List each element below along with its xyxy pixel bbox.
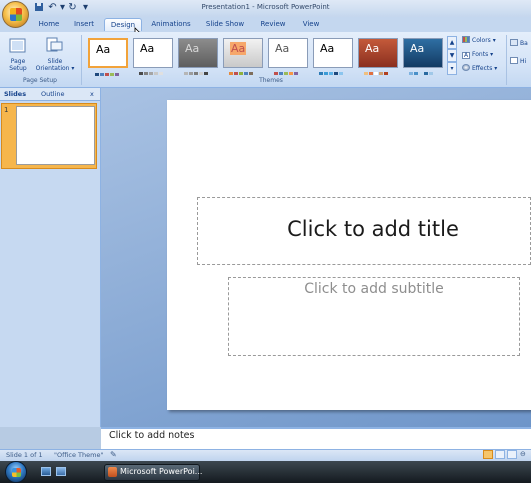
theme-office[interactable]: Aa	[88, 38, 128, 76]
slide-thumbnail[interactable]	[16, 106, 95, 165]
spell-check-icon[interactable]: ✎	[110, 450, 117, 459]
theme-sample-text: Aa	[230, 42, 247, 55]
tab-outline[interactable]: Outline	[41, 89, 65, 99]
fonts-button[interactable]: A Fonts ▾	[462, 50, 493, 60]
themes-group-label: Themes	[259, 77, 283, 84]
theme-7[interactable]: Aa	[358, 38, 398, 75]
taskbar-button-label: Microsoft PowerPoi...	[120, 467, 203, 476]
effects-label: Effects ▾	[472, 65, 498, 72]
theme-sample-text: Aa	[410, 42, 425, 55]
subtitle-placeholder-text: Click to add subtitle	[304, 281, 444, 297]
fonts-label: Fonts ▾	[472, 51, 494, 58]
tab-animations[interactable]: Animations	[147, 18, 195, 31]
gallery-scroll-down-icon[interactable]: ▼	[447, 49, 457, 62]
slide-orientation-button[interactable]: Slide Orientation ▾	[32, 58, 78, 72]
zoom-out-icon[interactable]: ⊖	[520, 450, 526, 458]
theme-3[interactable]: Aa	[178, 38, 218, 75]
colors-button[interactable]: Colors ▾	[462, 36, 496, 46]
office-logo-icon	[10, 8, 22, 21]
theme-sample-text: Aa	[320, 42, 335, 55]
theme-sample-text: Aa	[96, 43, 111, 56]
save-icon[interactable]	[33, 2, 44, 13]
taskbar	[0, 461, 531, 483]
checkbox-icon	[510, 57, 518, 64]
hide-background-checkbox[interactable]: Hi	[510, 57, 526, 67]
page-setup-label-2: Setup	[9, 65, 27, 72]
theme-5[interactable]: Aa	[268, 38, 308, 75]
customize-toolbar-icon[interactable]: ▾	[80, 2, 91, 13]
tab-view[interactable]: View	[295, 18, 327, 31]
slide-sorter-icon[interactable]	[495, 450, 505, 459]
slide-orientation-label-1: Slide	[47, 58, 63, 65]
gallery-more-icon[interactable]: ▾	[447, 62, 457, 75]
theme-sample-text: Aa	[365, 42, 380, 55]
powerpoint-app-icon	[108, 467, 117, 477]
colors-label: Colors ▾	[472, 37, 496, 44]
slide-orientation-label-2: Orientation ▾	[35, 65, 75, 72]
theme-sample-text: Aa	[275, 42, 290, 55]
tab-review[interactable]: Review	[254, 18, 292, 31]
theme-2[interactable]: Aa	[133, 38, 173, 75]
background-styles-button[interactable]: Ba	[510, 39, 528, 49]
office-button[interactable]	[2, 1, 29, 28]
theme-name-status: "Office Theme"	[54, 451, 104, 459]
show-desktop-icon[interactable]	[41, 467, 51, 476]
colors-icon	[462, 36, 470, 43]
page-setup-label-1: Page	[10, 58, 26, 65]
theme-6[interactable]: Aa	[313, 38, 353, 75]
effects-button[interactable]: Effects ▾	[462, 64, 497, 74]
group-separator	[506, 35, 507, 85]
close-pane-icon[interactable]: x	[90, 89, 94, 99]
page-setup-button[interactable]: Page Setup	[2, 58, 34, 72]
switch-windows-icon[interactable]	[56, 467, 66, 476]
normal-view-icon[interactable]	[483, 450, 493, 459]
slide-number: 1	[4, 106, 9, 114]
slide-count-status: Slide 1 of 1	[6, 451, 43, 459]
hide-background-label: Hi	[520, 58, 527, 65]
theme-4[interactable]: Aa	[223, 38, 263, 75]
group-separator	[81, 35, 82, 85]
tab-insert[interactable]: Insert	[67, 18, 101, 31]
tab-slides[interactable]: Slides	[4, 89, 26, 99]
background-styles-label: Ba	[520, 40, 528, 47]
theme-sample-text: Aa	[140, 42, 155, 55]
fonts-icon: A	[462, 52, 470, 59]
page-setup-icon	[8, 38, 28, 54]
theme-8[interactable]: Aa	[403, 38, 443, 75]
tab-slide-show[interactable]: Slide Show	[199, 18, 251, 31]
theme-sample-text: Aa	[185, 42, 200, 55]
effects-icon	[462, 64, 470, 71]
slide-orientation-icon	[44, 37, 64, 55]
title-placeholder-text: Click to add title	[287, 217, 459, 241]
notes-placeholder-text: Click to add notes	[109, 430, 195, 441]
page-setup-group-label: Page Setup	[23, 77, 57, 84]
tab-home[interactable]: Home	[33, 18, 65, 31]
background-styles-icon	[510, 39, 518, 46]
redo-icon[interactable]: ↻	[67, 2, 78, 13]
windows-logo-icon	[12, 468, 21, 477]
slide-show-view-icon[interactable]	[507, 450, 517, 459]
start-button[interactable]	[5, 461, 27, 483]
gallery-scroll-up-icon[interactable]: ▲	[447, 36, 457, 49]
